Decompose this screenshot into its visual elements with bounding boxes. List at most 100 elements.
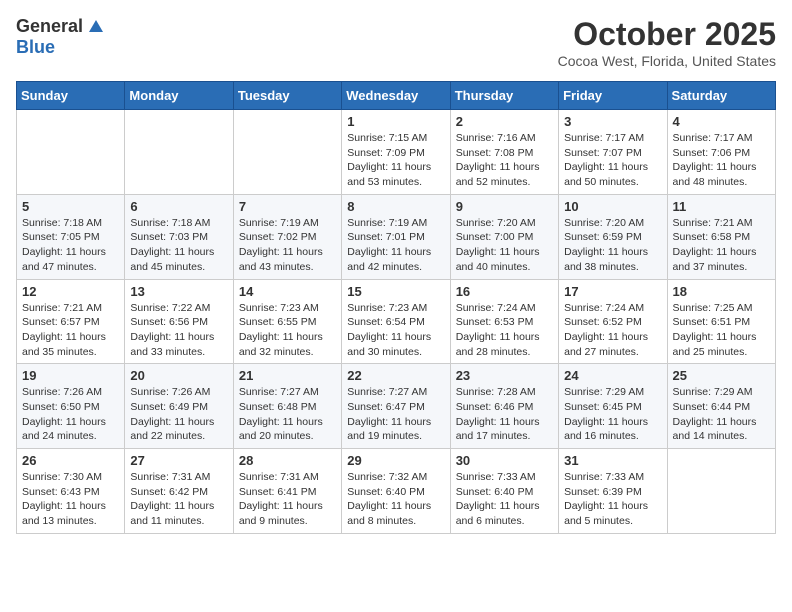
day-info: Sunrise: 7:26 AMSunset: 6:49 PMDaylight:… (130, 385, 227, 444)
day-number: 8 (347, 199, 444, 214)
day-info: Sunrise: 7:18 AMSunset: 7:05 PMDaylight:… (22, 216, 119, 275)
day-number: 19 (22, 368, 119, 383)
calendar-cell (125, 110, 233, 195)
calendar-table: SundayMondayTuesdayWednesdayThursdayFrid… (16, 81, 776, 534)
day-info: Sunrise: 7:19 AMSunset: 7:01 PMDaylight:… (347, 216, 444, 275)
weekday-header-friday: Friday (559, 82, 667, 110)
day-number: 17 (564, 284, 661, 299)
calendar-cell: 28 Sunrise: 7:31 AMSunset: 6:41 PMDayligh… (233, 449, 341, 534)
day-info: Sunrise: 7:17 AMSunset: 7:07 PMDaylight:… (564, 131, 661, 190)
day-info: Sunrise: 7:33 AMSunset: 6:40 PMDaylight:… (456, 470, 553, 529)
day-info: Sunrise: 7:20 AMSunset: 6:59 PMDaylight:… (564, 216, 661, 275)
calendar-cell: 1 Sunrise: 7:15 AMSunset: 7:09 PMDaylight… (342, 110, 450, 195)
weekday-header-wednesday: Wednesday (342, 82, 450, 110)
weekday-header-saturday: Saturday (667, 82, 775, 110)
day-number: 18 (673, 284, 770, 299)
calendar-cell: 7Sunrise: 7:19 AMSunset: 7:02 PMDaylight… (233, 194, 341, 279)
weekday-header-sunday: Sunday (17, 82, 125, 110)
day-info: Sunrise: 7:17 AMSunset: 7:06 PMDaylight:… (673, 131, 770, 190)
location: Cocoa West, Florida, United States (558, 53, 776, 69)
day-number: 9 (456, 199, 553, 214)
weekday-header-thursday: Thursday (450, 82, 558, 110)
day-info: Sunrise: 7:28 AMSunset: 6:46 PMDaylight:… (456, 385, 553, 444)
weekday-header-tuesday: Tuesday (233, 82, 341, 110)
calendar-cell: 23 Sunrise: 7:28 AMSunset: 6:46 PMDayligh… (450, 364, 558, 449)
weekday-header-row: SundayMondayTuesdayWednesdayThursdayFrid… (17, 82, 776, 110)
calendar-cell: 17 Sunrise: 7:24 AMSunset: 6:52 PMDayligh… (559, 279, 667, 364)
page-header: General Blue October 2025 Cocoa West, Fl… (16, 16, 776, 69)
calendar-cell (17, 110, 125, 195)
day-info: Sunrise: 7:31 AMSunset: 6:41 PMDaylight:… (239, 470, 336, 529)
calendar-cell: 20 Sunrise: 7:26 AMSunset: 6:49 PMDayligh… (125, 364, 233, 449)
day-info: Sunrise: 7:19 AMSunset: 7:02 PMDaylight:… (239, 216, 336, 275)
day-info: Sunrise: 7:15 AMSunset: 7:09 PMDaylight:… (347, 131, 444, 190)
day-info: Sunrise: 7:29 AMSunset: 6:44 PMDaylight:… (673, 385, 770, 444)
calendar-cell: 16 Sunrise: 7:24 AMSunset: 6:53 PMDayligh… (450, 279, 558, 364)
day-number: 14 (239, 284, 336, 299)
day-number: 23 (456, 368, 553, 383)
day-number: 11 (673, 199, 770, 214)
calendar-cell: 14 Sunrise: 7:23 AMSunset: 6:55 PMDayligh… (233, 279, 341, 364)
calendar-week-row: 5 Sunrise: 7:18 AMSunset: 7:05 PMDaylight… (17, 194, 776, 279)
calendar-cell: 30 Sunrise: 7:33 AMSunset: 6:40 PMDayligh… (450, 449, 558, 534)
day-info: Sunrise: 7:29 AMSunset: 6:45 PMDaylight:… (564, 385, 661, 444)
calendar-cell: 9 Sunrise: 7:20 AMSunset: 7:00 PMDaylight… (450, 194, 558, 279)
day-number: 26 (22, 453, 119, 468)
day-number: 28 (239, 453, 336, 468)
day-number: 10 (564, 199, 661, 214)
day-number: 16 (456, 284, 553, 299)
title-block: October 2025 Cocoa West, Florida, United… (558, 16, 776, 69)
calendar-cell: 15 Sunrise: 7:23 AMSunset: 6:54 PMDayligh… (342, 279, 450, 364)
day-info: Sunrise: 7:22 AMSunset: 6:56 PMDaylight:… (130, 301, 227, 360)
calendar-cell: 10 Sunrise: 7:20 AMSunset: 6:59 PMDayligh… (559, 194, 667, 279)
calendar-cell: 29Sunrise: 7:32 AMSunset: 6:40 PMDayligh… (342, 449, 450, 534)
calendar-week-row: 1 Sunrise: 7:15 AMSunset: 7:09 PMDaylight… (17, 110, 776, 195)
day-number: 30 (456, 453, 553, 468)
day-number: 6 (130, 199, 227, 214)
calendar-cell: 2Sunrise: 7:16 AMSunset: 7:08 PMDaylight… (450, 110, 558, 195)
calendar-cell: 3 Sunrise: 7:17 AMSunset: 7:07 PMDaylight… (559, 110, 667, 195)
logo-general-text: General (16, 16, 83, 37)
day-number: 4 (673, 114, 770, 129)
logo-icon (87, 18, 105, 36)
calendar-cell: 8 Sunrise: 7:19 AMSunset: 7:01 PMDaylight… (342, 194, 450, 279)
day-info: Sunrise: 7:24 AMSunset: 6:52 PMDaylight:… (564, 301, 661, 360)
calendar-cell: 18Sunrise: 7:25 AMSunset: 6:51 PMDayligh… (667, 279, 775, 364)
day-number: 22 (347, 368, 444, 383)
calendar-cell: 25Sunrise: 7:29 AMSunset: 6:44 PMDayligh… (667, 364, 775, 449)
day-number: 27 (130, 453, 227, 468)
day-info: Sunrise: 7:18 AMSunset: 7:03 PMDaylight:… (130, 216, 227, 275)
month-title: October 2025 (558, 16, 776, 53)
calendar-cell: 4 Sunrise: 7:17 AMSunset: 7:06 PMDaylight… (667, 110, 775, 195)
calendar-cell: 31Sunrise: 7:33 AMSunset: 6:39 PMDayligh… (559, 449, 667, 534)
calendar-cell (667, 449, 775, 534)
day-number: 2 (456, 114, 553, 129)
day-info: Sunrise: 7:20 AMSunset: 7:00 PMDaylight:… (456, 216, 553, 275)
calendar-cell: 6 Sunrise: 7:18 AMSunset: 7:03 PMDaylight… (125, 194, 233, 279)
calendar-cell: 24 Sunrise: 7:29 AMSunset: 6:45 PMDayligh… (559, 364, 667, 449)
day-info: Sunrise: 7:23 AMSunset: 6:54 PMDaylight:… (347, 301, 444, 360)
day-info: Sunrise: 7:27 AMSunset: 6:47 PMDaylight:… (347, 385, 444, 444)
day-number: 29 (347, 453, 444, 468)
day-number: 5 (22, 199, 119, 214)
day-number: 3 (564, 114, 661, 129)
weekday-header-monday: Monday (125, 82, 233, 110)
day-info: Sunrise: 7:33 AMSunset: 6:39 PMDaylight:… (564, 470, 661, 529)
day-number: 15 (347, 284, 444, 299)
day-info: Sunrise: 7:30 AMSunset: 6:43 PMDaylight:… (22, 470, 119, 529)
day-number: 13 (130, 284, 227, 299)
day-info: Sunrise: 7:24 AMSunset: 6:53 PMDaylight:… (456, 301, 553, 360)
day-number: 21 (239, 368, 336, 383)
calendar-cell: 22 Sunrise: 7:27 AMSunset: 6:47 PMDayligh… (342, 364, 450, 449)
day-info: Sunrise: 7:21 AMSunset: 6:58 PMDaylight:… (673, 216, 770, 275)
calendar-cell: 5 Sunrise: 7:18 AMSunset: 7:05 PMDaylight… (17, 194, 125, 279)
calendar-week-row: 26 Sunrise: 7:30 AMSunset: 6:43 PMDayligh… (17, 449, 776, 534)
day-info: Sunrise: 7:21 AMSunset: 6:57 PMDaylight:… (22, 301, 119, 360)
day-number: 24 (564, 368, 661, 383)
calendar-week-row: 12Sunrise: 7:21 AMSunset: 6:57 PMDayligh… (17, 279, 776, 364)
day-info: Sunrise: 7:23 AMSunset: 6:55 PMDaylight:… (239, 301, 336, 360)
calendar-cell: 19Sunrise: 7:26 AMSunset: 6:50 PMDayligh… (17, 364, 125, 449)
logo-blue-text: Blue (16, 37, 55, 57)
day-number: 1 (347, 114, 444, 129)
day-number: 20 (130, 368, 227, 383)
